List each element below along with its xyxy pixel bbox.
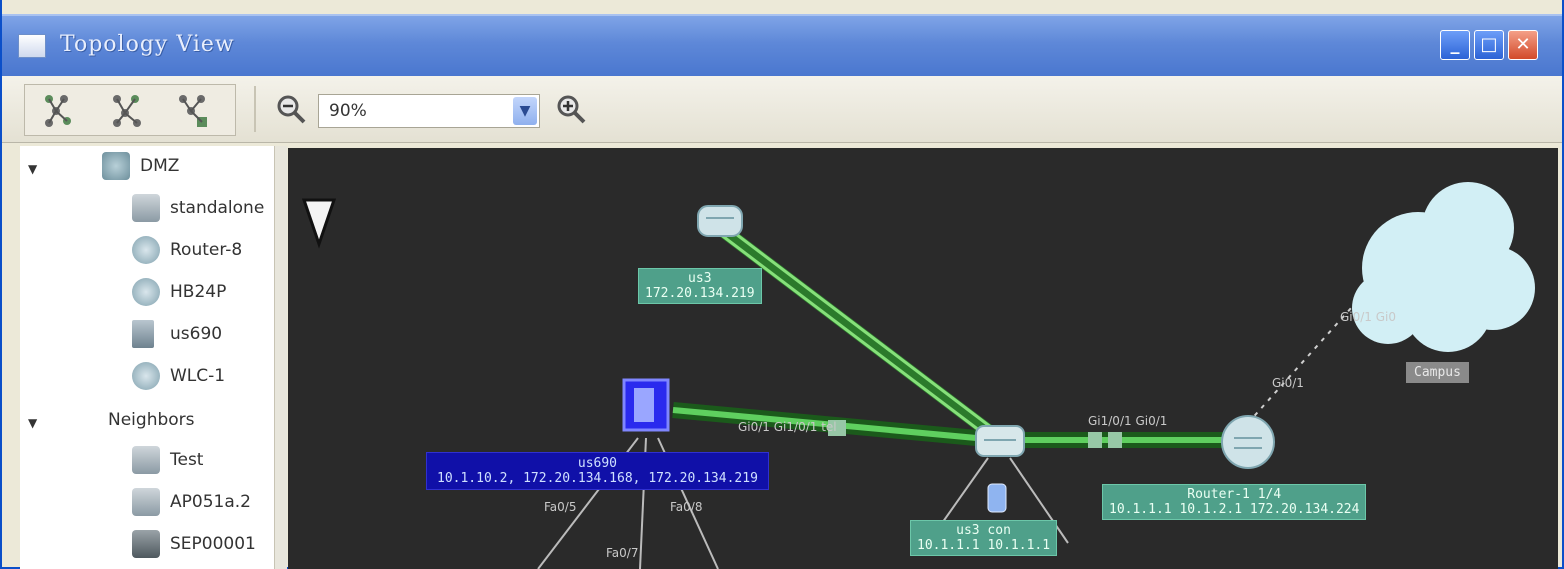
link-label-center-switch: Gi0/1 Gi1/0/1 tel xyxy=(738,420,837,434)
link-label-router-cloud-b: Gi0/1 xyxy=(1272,376,1304,390)
phone-icon xyxy=(132,530,160,558)
zoom-in-icon[interactable] xyxy=(554,92,588,126)
wlc-icon xyxy=(132,362,160,390)
server-icon xyxy=(132,320,154,348)
zoom-level-value: 90% xyxy=(329,101,367,121)
router-icon xyxy=(132,278,160,306)
router-node-icon xyxy=(1221,415,1275,469)
cloud-label[interactable]: Campus xyxy=(1406,362,1469,383)
port-marker xyxy=(1088,432,1102,448)
cloud-icon xyxy=(1352,182,1535,352)
layout-button-group xyxy=(24,84,236,136)
topology-window: Topology View _ □ ✕ 90% ▼ ▼ DMZ standalo… xyxy=(0,0,1564,569)
top-switch-icon xyxy=(697,205,743,237)
collapse-icon[interactable]: ▼ xyxy=(28,416,37,430)
port-label-fa0-8: Fa0/8 xyxy=(670,500,703,514)
maximize-button[interactable]: □ xyxy=(1474,30,1504,60)
annotation-arrow-icon xyxy=(301,198,337,249)
toolbar-separator xyxy=(254,86,256,132)
router-icon xyxy=(132,236,160,264)
tree-scrollbar[interactable] xyxy=(274,146,287,569)
port-marker xyxy=(1108,432,1122,448)
zoom-level-select[interactable]: 90% ▼ xyxy=(318,94,540,128)
center-device-label[interactable]: us690 10.1.10.2, 172.20.134.168, 172.20.… xyxy=(426,452,769,490)
group-icon xyxy=(102,152,130,180)
toolbar: 90% ▼ xyxy=(2,76,1562,143)
layout-hierarchy-icon[interactable] xyxy=(105,91,155,129)
topology-canvas[interactable]: us3 172.20.134.219 us690 10.1.10.2, 172.… xyxy=(288,148,1558,569)
top-switch-label[interactable]: us3 172.20.134.219 xyxy=(638,268,762,304)
link-label-router-cloud-a: Gi0/1 Gi0 xyxy=(1340,310,1397,324)
window-title: Topology View xyxy=(60,32,235,57)
access-point-icon xyxy=(132,488,160,516)
center-device-icon xyxy=(622,378,670,432)
phone-node-icon xyxy=(987,483,1007,513)
title-bar[interactable]: Topology View _ □ ✕ xyxy=(2,14,1562,76)
zoom-out-icon[interactable] xyxy=(274,92,308,126)
bottom-switch-label[interactable]: us3 con 10.1.1.1 10.1.1.1 xyxy=(910,520,1058,556)
topology-graph xyxy=(301,182,1535,569)
close-button[interactable]: ✕ xyxy=(1508,30,1538,60)
layout-tree-icon[interactable] xyxy=(39,91,89,129)
router-label[interactable]: Router-1 1/4 10.1.1.1 10.1.2.1 172.20.13… xyxy=(1102,484,1367,520)
minimize-button[interactable]: _ xyxy=(1440,30,1470,60)
layout-radial-icon[interactable] xyxy=(171,91,221,129)
device-tree: ▼ DMZ standalone Router-8 HB24P us690 WL… xyxy=(20,146,275,569)
link-label-switch-router: Gi1/0/1 Gi0/1 xyxy=(1088,414,1168,428)
window-icon xyxy=(18,34,46,58)
chevron-down-icon[interactable]: ▼ xyxy=(513,97,537,125)
port-label-fa0-5: Fa0/5 xyxy=(544,500,577,514)
port-label-fa0-7: Fa0/7 xyxy=(606,546,639,560)
device-icon xyxy=(132,194,160,222)
collapse-icon[interactable]: ▼ xyxy=(28,162,37,176)
switch-icon xyxy=(975,425,1025,457)
device-icon xyxy=(132,446,160,474)
